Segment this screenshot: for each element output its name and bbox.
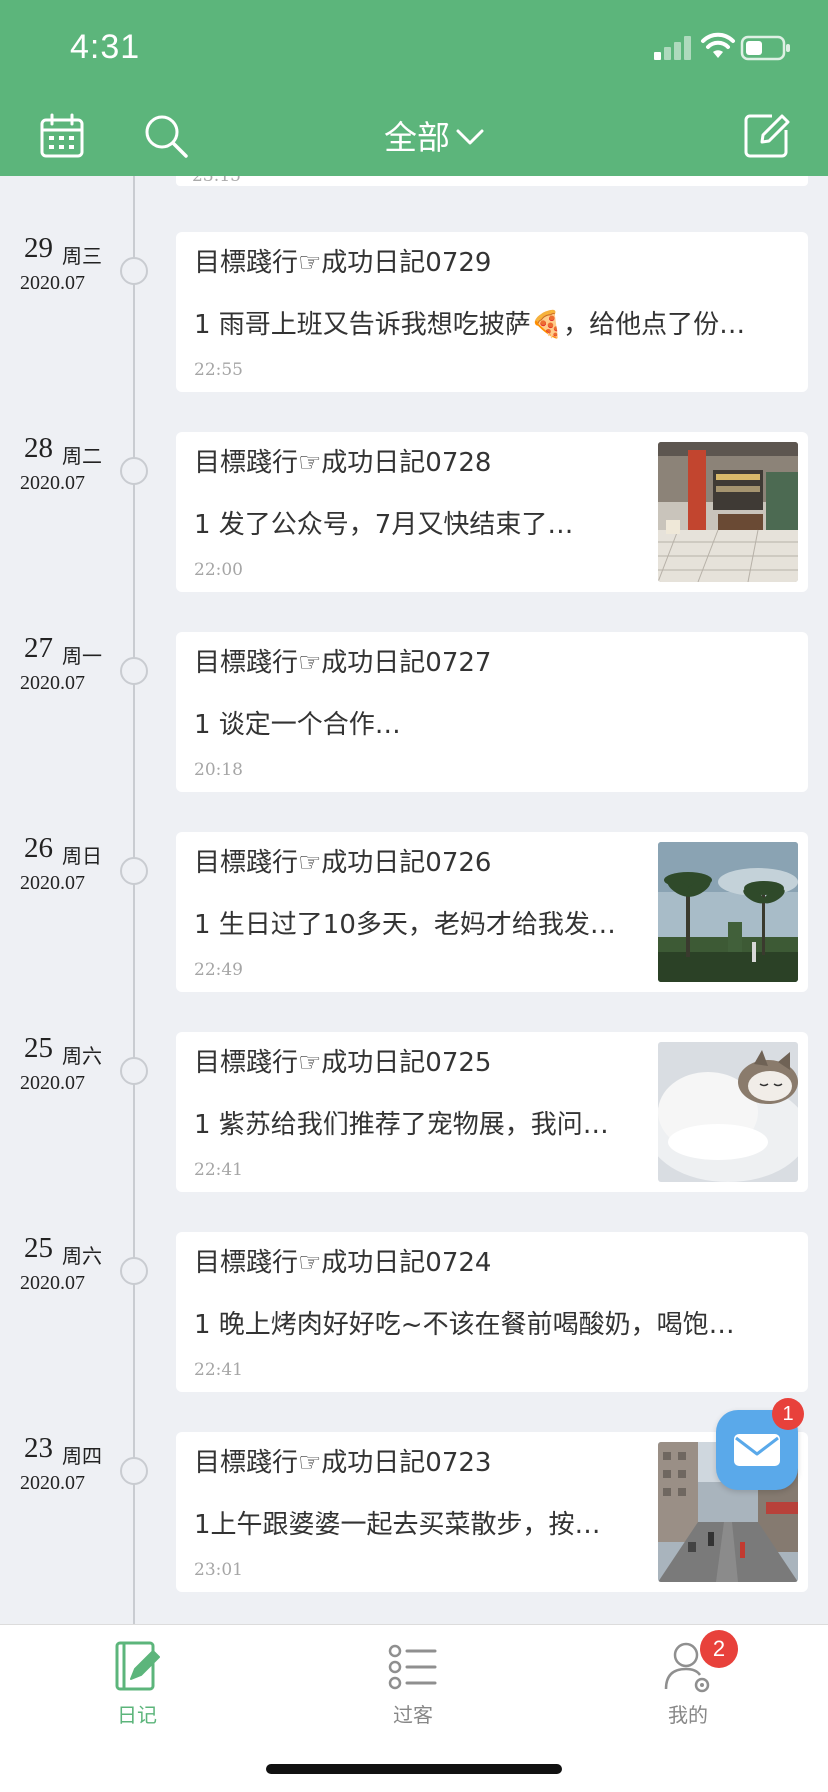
timeline-node bbox=[120, 1257, 148, 1285]
diary-card[interactable]: 目標踐行☞成功日記0729 1 雨哥上班又告诉我想吃披萨🍕，给他点了份… 22:… bbox=[176, 232, 808, 392]
entry-day: 26 bbox=[24, 832, 53, 864]
entry-day: 29 bbox=[24, 232, 53, 264]
entry-day: 25 bbox=[24, 1032, 53, 1064]
entry-preview: 1上午跟婆婆一起去买菜散步，按… bbox=[194, 1510, 601, 1540]
calendar-button[interactable] bbox=[32, 106, 92, 166]
diary-card[interactable]: 目標踐行☞成功日記0728 1 发了公众号，7月又快结束了… 22:00 bbox=[176, 432, 808, 592]
tab-badge: 2 bbox=[700, 1630, 738, 1668]
entry-time: 22:41 bbox=[194, 1360, 243, 1380]
diary-entry: 29 周三 2020.07 目標踐行☞成功日記0729 1 雨哥上班又告诉我想吃… bbox=[0, 232, 828, 392]
status-time: 4:31 bbox=[70, 28, 141, 66]
entry-weekday: 周一 bbox=[62, 644, 102, 668]
entry-preview: 1 谈定一个合作… bbox=[194, 710, 401, 740]
entry-thumbnail-store[interactable] bbox=[658, 442, 798, 582]
diary-entry: 25 周六 2020.07 目標踐行☞成功日記0725 1 紫苏给我们推荐了宠物… bbox=[0, 1032, 828, 1192]
list-icon bbox=[388, 1644, 437, 1690]
diary-card-partial[interactable]: 23:15 bbox=[176, 176, 808, 186]
entry-preview: 1 发了公众号，7月又快结束了… bbox=[194, 510, 574, 540]
entry-weekday: 周二 bbox=[62, 444, 102, 468]
entry-day: 28 bbox=[24, 432, 53, 464]
compose-icon bbox=[744, 114, 790, 158]
entry-year-month: 2020.07 bbox=[20, 872, 85, 894]
entry-time: 22:00 bbox=[194, 560, 243, 580]
entry-title: 目標踐行☞成功日記0728 bbox=[194, 448, 492, 478]
entry-weekday: 周六 bbox=[62, 1044, 102, 1068]
timeline-node bbox=[120, 1057, 148, 1085]
entry-title: 目標踐行☞成功日記0729 bbox=[194, 248, 492, 278]
timeline-node bbox=[120, 457, 148, 485]
mail-icon bbox=[734, 1434, 780, 1466]
entry-time: 22:41 bbox=[194, 1160, 243, 1180]
diary-timeline[interactable]: 23:15 29 周三 2020.07 目標踐行☞成功日記0729 1 雨哥上班… bbox=[0, 176, 828, 1624]
entry-day: 27 bbox=[24, 632, 53, 664]
entry-time: 23:01 bbox=[194, 1560, 243, 1580]
battery-icon bbox=[740, 35, 790, 61]
entry-preview: 1 雨哥上班又告诉我想吃披萨🍕，给他点了份… bbox=[194, 310, 746, 340]
entry-weekday: 周日 bbox=[62, 844, 102, 868]
diary-card[interactable]: 目標踐行☞成功日記0726 1 生日过了10多天，老妈才给我发… 22:49 bbox=[176, 832, 808, 992]
entry-year-month: 2020.07 bbox=[20, 472, 85, 494]
app-header: 4:31 全部 bbox=[0, 0, 828, 176]
entry-time: 23:15 bbox=[192, 176, 241, 186]
diary-entry: 25 周六 2020.07 目標踐行☞成功日記0724 1 晚上烤肉好好吃~不该… bbox=[0, 1232, 828, 1392]
nav-bar: 全部 bbox=[0, 96, 828, 176]
entry-time: 20:18 bbox=[194, 760, 243, 780]
entry-day: 25 bbox=[24, 1232, 53, 1264]
entry-time: 22:55 bbox=[194, 360, 243, 380]
tab-label: 我的 bbox=[668, 1703, 708, 1727]
diary-entry: 28 周二 2020.07 目標踐行☞成功日記0728 1 发了公众号，7月又快… bbox=[0, 432, 828, 592]
entry-year-month: 2020.07 bbox=[20, 272, 85, 294]
timeline-node bbox=[120, 657, 148, 685]
diary-card[interactable]: 目標踐行☞成功日記0727 1 谈定一个合作… 20:18 bbox=[176, 632, 808, 792]
entry-time: 22:49 bbox=[194, 960, 243, 980]
timeline-node bbox=[120, 1457, 148, 1485]
diary-entry: 27 周一 2020.07 目標踐行☞成功日記0727 1 谈定一个合作… 20… bbox=[0, 632, 828, 792]
tab-diary[interactable]: 日记 bbox=[67, 1639, 207, 1735]
notebook-icon bbox=[115, 1641, 160, 1691]
timeline-node bbox=[120, 257, 148, 285]
entry-year-month: 2020.07 bbox=[20, 1272, 85, 1294]
compose-button[interactable] bbox=[736, 106, 796, 166]
wifi-icon bbox=[701, 32, 735, 58]
timeline-node bbox=[120, 857, 148, 885]
entry-title: 目標踐行☞成功日記0725 bbox=[194, 1048, 492, 1078]
tab-visitors[interactable]: 过客 bbox=[343, 1639, 483, 1735]
filter-label: 全部 bbox=[384, 118, 450, 157]
diary-entry: 23 周四 2020.07 目標踐行☞成功日記0723 1上午跟婆婆一起去买菜散… bbox=[0, 1432, 828, 1592]
entry-weekday: 周六 bbox=[62, 1244, 102, 1268]
diary-entry: 26 周日 2020.07 目標踐行☞成功日記0726 1 生日过了10多天，老… bbox=[0, 832, 828, 992]
search-icon bbox=[145, 115, 188, 158]
entry-weekday: 周三 bbox=[62, 244, 102, 268]
entry-weekday: 周四 bbox=[62, 1444, 102, 1468]
mail-badge: 1 bbox=[772, 1398, 804, 1430]
status-bar: 4:31 bbox=[0, 0, 828, 96]
entry-thumbnail-cat[interactable] bbox=[658, 1042, 798, 1182]
entry-day: 23 bbox=[24, 1432, 53, 1464]
entry-year-month: 2020.07 bbox=[20, 1072, 85, 1094]
entry-year-month: 2020.07 bbox=[20, 672, 85, 694]
search-button[interactable] bbox=[136, 106, 196, 166]
signal-icon bbox=[654, 36, 691, 60]
diary-card[interactable]: 目標踐行☞成功日記0723 1上午跟婆婆一起去买菜散步，按… 23:01 bbox=[176, 1432, 808, 1592]
filter-dropdown[interactable]: 全部 bbox=[364, 102, 504, 168]
entry-title: 目標踐行☞成功日記0724 bbox=[194, 1248, 492, 1278]
entry-title: 目標踐行☞成功日記0727 bbox=[194, 648, 492, 678]
entry-preview: 1 晚上烤肉好好吃~不该在餐前喝酸奶，喝饱… bbox=[194, 1310, 735, 1340]
entry-title: 目標踐行☞成功日記0726 bbox=[194, 848, 492, 878]
diary-card[interactable]: 目標踐行☞成功日記0725 1 紫苏给我们推荐了宠物展，我问… 22:41 bbox=[176, 1032, 808, 1192]
entry-preview: 1 生日过了10多天，老妈才给我发… bbox=[194, 910, 616, 940]
entry-year-month: 2020.07 bbox=[20, 1472, 85, 1494]
entry-preview: 1 紫苏给我们推荐了宠物展，我问… bbox=[194, 1110, 609, 1140]
calendar-icon bbox=[40, 113, 84, 158]
tab-label: 日记 bbox=[117, 1703, 157, 1727]
home-indicator bbox=[266, 1764, 562, 1774]
entry-title: 目標踐行☞成功日記0723 bbox=[194, 1448, 492, 1478]
entry-thumbnail-palm-trees[interactable] bbox=[658, 842, 798, 982]
tab-label: 过客 bbox=[393, 1703, 433, 1727]
diary-card[interactable]: 目標踐行☞成功日記0724 1 晚上烤肉好好吃~不该在餐前喝酸奶，喝饱… 22:… bbox=[176, 1232, 808, 1392]
chevron-down-icon bbox=[456, 129, 484, 145]
